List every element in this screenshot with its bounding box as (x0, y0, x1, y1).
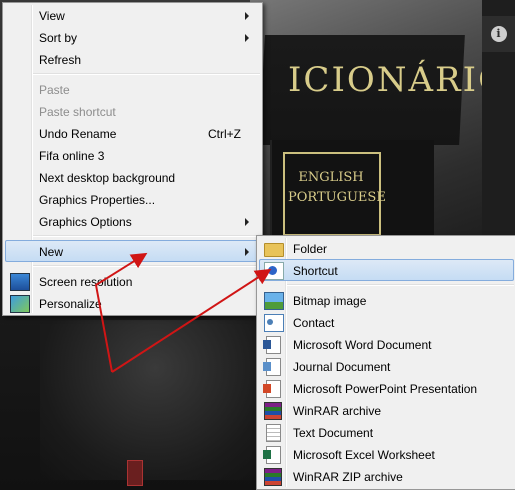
wallpaper-floor (40, 320, 270, 480)
submenu-item-journal-document[interactable]: Journal Document (259, 355, 514, 377)
menu-item-label: Paste (39, 83, 70, 97)
menu-item-sort-by[interactable]: Sort by (5, 26, 260, 48)
menu-item-label: Undo Rename (39, 127, 117, 141)
personalize-icon (10, 295, 30, 313)
submenu-item-label: Contact (293, 316, 335, 330)
menu-item-paste-shortcut[interactable]: Paste shortcut (5, 100, 260, 122)
label-line-1: ENGLISH (298, 170, 364, 185)
desktop-shortcut-icon[interactable] (127, 460, 143, 486)
menu-item-next-desktop-background[interactable]: Next desktop background (5, 166, 260, 188)
winrar-zip-icon (264, 468, 282, 486)
menu-item-graphics-properties[interactable]: Graphics Properties... (5, 188, 260, 210)
desktop-context-menu: View Sort by Refresh Paste Paste shortcu… (2, 2, 263, 316)
submenu-item-powerpoint-presentation[interactable]: Microsoft PowerPoint Presentation (259, 377, 514, 399)
menu-item-label: Graphics Properties... (39, 193, 156, 207)
monitor-icon (10, 273, 30, 291)
submenu-item-label: Microsoft Word Document (293, 338, 432, 352)
contact-icon (264, 314, 284, 332)
submenu-item-bitmap-image[interactable]: Bitmap image (259, 289, 514, 311)
menu-item-view[interactable]: View (5, 4, 260, 26)
info-icon: i (490, 26, 507, 42)
folder-icon (264, 243, 284, 257)
submenu-item-folder[interactable]: Folder (259, 237, 514, 259)
menu-item-label: New (39, 245, 64, 259)
menu-item-label: Sort by (39, 31, 78, 45)
menu-item-label: Personalize (39, 297, 102, 311)
submenu-item-label: Microsoft Excel Worksheet (293, 448, 435, 462)
menu-separator (287, 284, 514, 286)
menu-item-graphics-options[interactable]: Graphics Options (5, 210, 260, 232)
label-line-2: PORTUGUESE (288, 190, 386, 205)
submenu-item-winrar-zip-archive[interactable]: WinRAR ZIP archive (259, 465, 514, 487)
menu-item-undo-rename[interactable]: Undo Rename Ctrl+Z (5, 122, 260, 144)
submenu-item-winrar-archive[interactable]: WinRAR archive (259, 399, 514, 421)
wallpaper-book-label-text: ENGLISH PORTUGUESE (288, 168, 386, 208)
menu-item-paste[interactable]: Paste (5, 78, 260, 100)
submenu-item-label: WinRAR ZIP archive (293, 470, 403, 484)
menu-item-label: Fifa online 3 (39, 149, 105, 163)
wallpaper-book-title: ICIONÁRIO (288, 60, 508, 100)
submenu-item-label: Text Document (293, 426, 374, 440)
menu-item-personalize[interactable]: Personalize (5, 292, 260, 314)
submenu-item-label: Journal Document (293, 360, 391, 374)
menu-item-fifa-online-3[interactable]: Fifa online 3 (5, 144, 260, 166)
submenu-item-shortcut[interactable]: Shortcut (259, 259, 514, 281)
submenu-arrow-icon (245, 12, 249, 20)
submenu-item-label: Folder (293, 242, 328, 256)
submenu-item-contact[interactable]: Contact (259, 311, 514, 333)
submenu-item-word-document[interactable]: Microsoft Word Document (259, 333, 514, 355)
menu-item-label: Graphics Options (39, 215, 132, 229)
info-button[interactable]: i (482, 16, 515, 52)
shortcut-icon (264, 262, 284, 280)
powerpoint-icon (263, 380, 281, 398)
submenu-arrow-icon (245, 34, 249, 42)
text-document-icon (266, 424, 281, 442)
new-submenu: Folder Shortcut Bitmap image Contact Mic… (256, 235, 515, 490)
submenu-arrow-icon (245, 248, 249, 256)
keyboard-shortcut: Ctrl+Z (208, 127, 241, 141)
menu-separator (33, 73, 260, 75)
journal-icon (263, 358, 281, 376)
submenu-item-excel-worksheet[interactable]: Microsoft Excel Worksheet (259, 443, 514, 465)
bitmap-icon (264, 292, 284, 310)
submenu-item-label: Shortcut (293, 264, 338, 278)
winrar-icon (264, 402, 282, 420)
menu-item-new[interactable]: New (5, 240, 260, 262)
submenu-item-label: Microsoft PowerPoint Presentation (293, 382, 478, 396)
submenu-item-text-document[interactable]: Text Document (259, 421, 514, 443)
menu-separator (33, 235, 260, 237)
submenu-item-label: WinRAR archive (293, 404, 382, 418)
menu-item-label: View (39, 9, 65, 23)
excel-icon (263, 446, 281, 464)
submenu-item-label: Bitmap image (293, 294, 367, 308)
menu-item-label: Paste shortcut (39, 105, 116, 119)
menu-separator (33, 265, 260, 267)
menu-item-screen-resolution[interactable]: Screen resolution (5, 270, 260, 292)
menu-item-label: Screen resolution (39, 275, 133, 289)
menu-item-label: Refresh (39, 53, 82, 67)
submenu-arrow-icon (245, 218, 249, 226)
menu-item-label: Next desktop background (39, 171, 176, 185)
menu-item-refresh[interactable]: Refresh (5, 48, 260, 70)
word-icon (263, 336, 281, 354)
